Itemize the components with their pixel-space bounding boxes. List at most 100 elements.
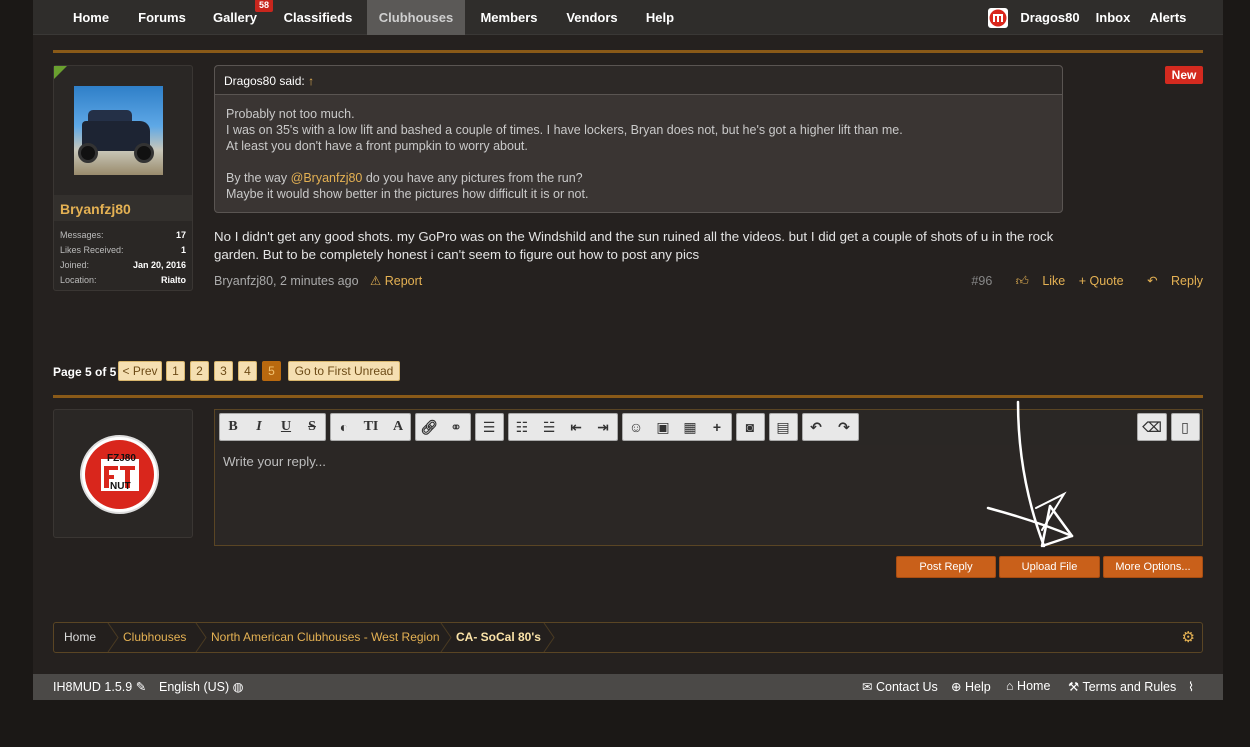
breadcrumb: Home Clubhouses North American Clubhouse… bbox=[53, 622, 1203, 653]
nav-tab-forums[interactable]: Forums bbox=[130, 0, 194, 35]
outdent-icon[interactable]: ⇤ bbox=[563, 414, 589, 440]
insert-icon[interactable]: + bbox=[704, 414, 730, 440]
report-link[interactable]: ⚠ Report bbox=[370, 274, 422, 288]
nav-tab-gallery[interactable]: Gallery 58 bbox=[205, 0, 273, 35]
quote-line: I was on 35's with a low lift and bashed… bbox=[226, 123, 903, 137]
nav-inbox-label: Inbox bbox=[1095, 10, 1131, 25]
author-avatar[interactable] bbox=[74, 86, 163, 175]
brush-icon: ✎ bbox=[135, 680, 147, 694]
prev-page-button[interactable]: < Prev bbox=[118, 361, 162, 381]
toolbar-group-format: B I U S bbox=[219, 413, 326, 441]
media-icon[interactable]: ▦ bbox=[677, 414, 703, 440]
divider-line bbox=[53, 50, 1203, 53]
strikethrough-icon[interactable]: S bbox=[299, 414, 325, 440]
eraser-icon[interactable]: ⌫ bbox=[1139, 414, 1165, 440]
align-icon[interactable]: ☰ bbox=[476, 414, 502, 440]
nav-tab-home[interactable]: Home bbox=[61, 0, 121, 35]
nav-user-link[interactable]: Dragos80 bbox=[1017, 0, 1083, 35]
footer-contact[interactable]: ✉ Contact Us bbox=[862, 679, 938, 694]
save-icon[interactable]: ▤ bbox=[770, 414, 796, 440]
like-label: Like bbox=[1042, 274, 1066, 288]
footer-version[interactable]: IH8MUD 1.5.9 ✎ bbox=[53, 679, 146, 694]
bold-icon[interactable]: B bbox=[220, 414, 246, 440]
quote-button[interactable]: + Quote bbox=[1079, 274, 1124, 288]
breadcrumb-home[interactable]: Home bbox=[64, 623, 96, 652]
footer-home[interactable]: ⌂ Home bbox=[1006, 679, 1050, 693]
nav-tab-label: Vendors bbox=[566, 10, 618, 25]
stat-value[interactable]: 17 bbox=[176, 230, 186, 240]
font-family-icon[interactable]: A bbox=[385, 414, 411, 440]
footer-language[interactable]: English (US) ◍ bbox=[159, 679, 244, 694]
color-icon[interactable]: ◐ bbox=[331, 414, 357, 440]
upload-file-button[interactable]: Upload File bbox=[999, 556, 1100, 578]
indent-icon[interactable]: ⇥ bbox=[590, 414, 616, 440]
author-name[interactable]: Bryanfzj80 bbox=[60, 201, 131, 217]
smilie-icon[interactable]: ☺ bbox=[623, 414, 649, 440]
more-options-button[interactable]: More Options... bbox=[1103, 556, 1203, 578]
nav-inbox-link[interactable]: Inbox bbox=[1093, 0, 1133, 35]
page-1-button[interactable]: 1 bbox=[166, 361, 185, 381]
stat-value: Jan 20, 2016 bbox=[132, 260, 186, 270]
source-icon[interactable]: ▯ bbox=[1172, 414, 1198, 440]
breadcrumb-clubhouses[interactable]: Clubhouses bbox=[123, 623, 186, 652]
quote-text: do you have any pictures from the run? bbox=[362, 171, 583, 185]
user-avatar[interactable] bbox=[988, 8, 1008, 28]
terms-label: Terms and Rules bbox=[1082, 680, 1177, 694]
underline-icon[interactable]: U bbox=[273, 414, 299, 440]
bullet-list-icon[interactable]: ☷ bbox=[509, 414, 535, 440]
nav-alerts-label: Alerts bbox=[1149, 10, 1187, 25]
post-author-time[interactable]: Bryanfzj80, 2 minutes ago bbox=[214, 274, 359, 288]
help-icon: ⊕ bbox=[951, 680, 962, 694]
fzj80-nut-logo-icon[interactable]: FZJ80 NUT bbox=[80, 435, 159, 514]
page-4-button[interactable]: 4 bbox=[238, 361, 257, 381]
gallery-count-badge: 58 bbox=[254, 0, 273, 12]
warning-icon: ⚠ bbox=[370, 274, 382, 288]
breadcrumb-west-region[interactable]: North American Clubhouses - West Region bbox=[211, 623, 440, 652]
post-number[interactable]: #96 bbox=[971, 274, 992, 288]
link-icon[interactable]: 🔗︎ bbox=[416, 414, 442, 440]
post-reply-button[interactable]: Post Reply bbox=[896, 556, 996, 578]
redo-icon[interactable]: ↷ bbox=[831, 414, 857, 440]
user-mention-link[interactable]: @Bryanfzj80 bbox=[291, 171, 363, 185]
toolbar-group-source: ▯ bbox=[1171, 413, 1200, 441]
nav-tab-clubhouses[interactable]: Clubhouses bbox=[367, 0, 465, 35]
page-2-button[interactable]: 2 bbox=[190, 361, 209, 381]
quote-jump-icon[interactable]: ↑ bbox=[308, 74, 314, 88]
toolbar-group-lists: ☷ ☱ ⇤ ⇥ bbox=[508, 413, 618, 441]
image-icon[interactable]: ▣ bbox=[650, 414, 676, 440]
page-indicator: Page 5 of 5 bbox=[53, 365, 117, 379]
footer-help[interactable]: ⊕ Help bbox=[951, 679, 991, 694]
thumbs-up-icon: 👍︎ bbox=[1015, 274, 1029, 288]
fzj80-logo-icon bbox=[989, 9, 1007, 27]
reply-button[interactable]: ↶ Reply bbox=[1137, 274, 1203, 288]
undo-icon[interactable]: ↶ bbox=[803, 414, 829, 440]
gear-icon[interactable]: ⚙ bbox=[1182, 628, 1195, 646]
stat-label: Location: bbox=[60, 275, 97, 285]
report-label: Report bbox=[384, 274, 423, 288]
rss-icon[interactable]: ⌇ bbox=[1188, 679, 1194, 694]
breadcrumb-current[interactable]: CA- SoCal 80's bbox=[456, 623, 541, 652]
nav-tab-classifieds[interactable]: Classifieds bbox=[277, 0, 359, 35]
nav-tab-vendors[interactable]: Vendors bbox=[557, 0, 627, 35]
reply-arrow-icon: ↶ bbox=[1147, 274, 1158, 288]
page-3-button[interactable]: 3 bbox=[214, 361, 233, 381]
truck-wheel bbox=[78, 143, 98, 163]
footer-terms[interactable]: ⚒ Terms and Rules bbox=[1068, 679, 1176, 694]
italic-icon[interactable]: I bbox=[246, 414, 272, 440]
like-button[interactable]: 👍︎ Like bbox=[1006, 274, 1066, 288]
envelope-icon: ✉ bbox=[862, 680, 873, 694]
nav-tab-members[interactable]: Members bbox=[473, 0, 545, 35]
font-size-icon[interactable]: TI bbox=[358, 414, 384, 440]
quote-header: Dragos80 said: ↑ bbox=[215, 66, 1062, 95]
camera-icon[interactable]: ◙ bbox=[737, 414, 763, 440]
home-icon: ⌂ bbox=[1006, 679, 1014, 693]
stat-label: Messages: bbox=[60, 230, 104, 240]
chevron-right-icon bbox=[440, 623, 452, 652]
nav-alerts-link[interactable]: Alerts bbox=[1145, 0, 1191, 35]
stat-value[interactable]: 1 bbox=[181, 245, 186, 255]
first-unread-button[interactable]: Go to First Unread bbox=[288, 361, 400, 381]
unlink-icon[interactable]: ⚭ bbox=[443, 414, 469, 440]
nav-tab-help[interactable]: Help bbox=[639, 0, 681, 35]
number-list-icon[interactable]: ☱ bbox=[536, 414, 562, 440]
logo-text-bottom: NUT bbox=[110, 481, 131, 492]
